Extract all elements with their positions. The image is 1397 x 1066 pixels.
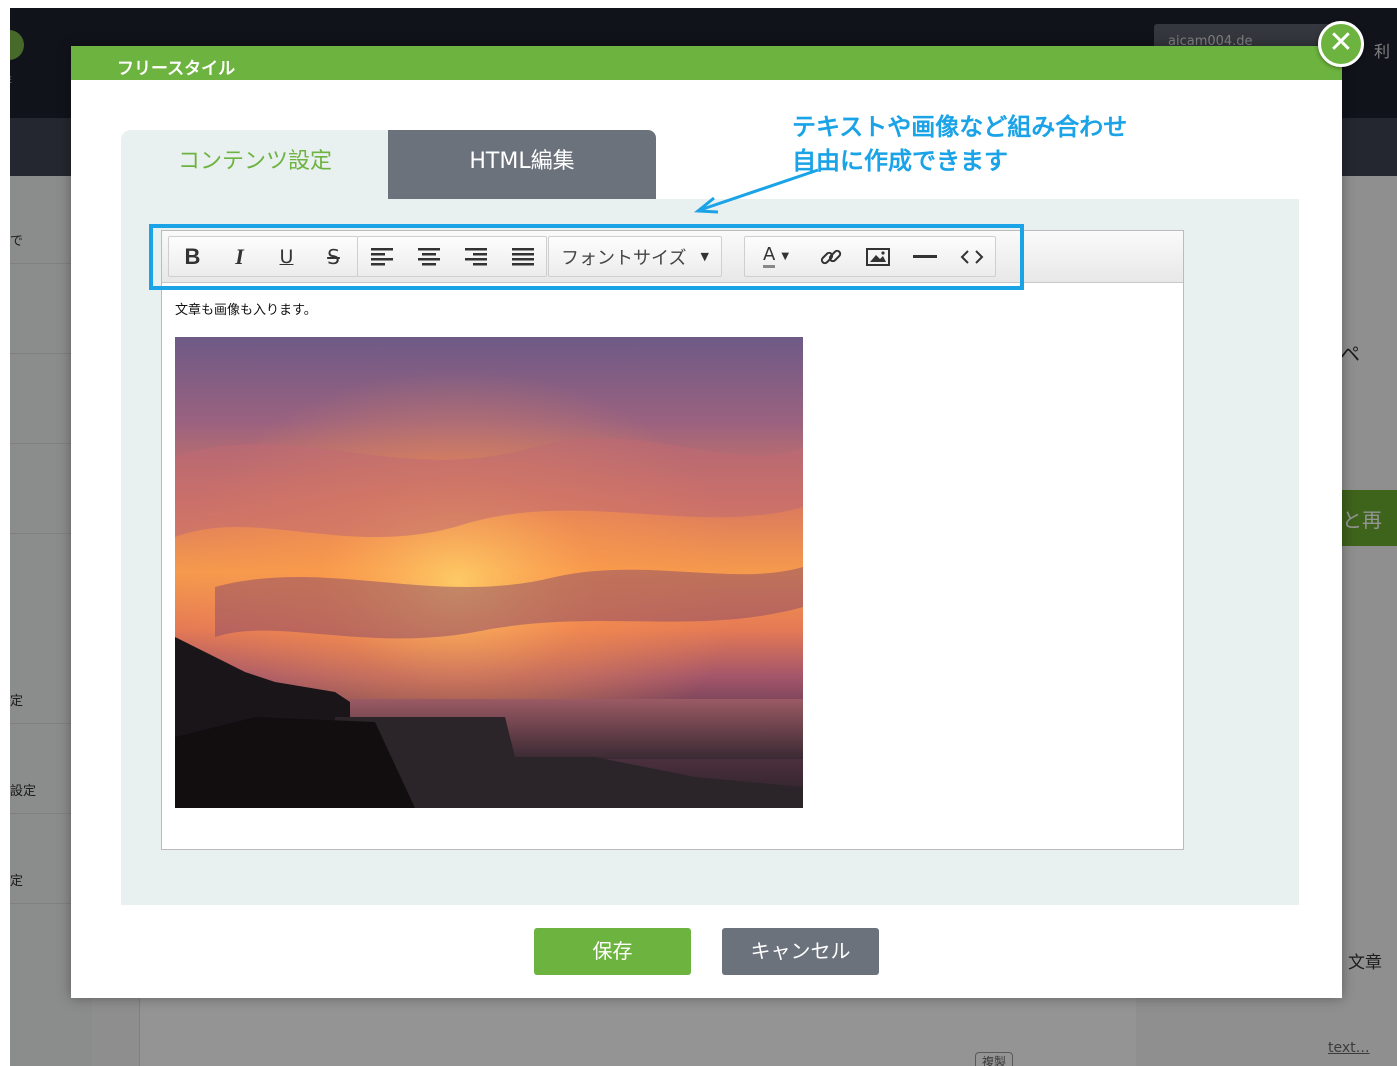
toolbar-highlight-box xyxy=(149,224,1024,290)
editor-body-text: 文章も画像も入ります。 xyxy=(175,303,317,318)
sunset-photo[interactable] xyxy=(175,337,803,808)
tab-content-settings[interactable]: コンテンツ設定 xyxy=(121,130,389,200)
modal-header: フリースタイル xyxy=(71,46,1342,80)
save-button[interactable]: 保存 xyxy=(534,928,691,975)
annotation-arrow-icon xyxy=(694,168,819,214)
frame-edge xyxy=(0,0,10,1066)
cancel-button[interactable]: キャンセル xyxy=(722,928,879,975)
annotation-line-2: 自由に作成できます xyxy=(792,147,1008,175)
close-icon[interactable]: ✕ xyxy=(1318,21,1364,67)
frame-edge xyxy=(0,0,1397,8)
annotation-callout: テキストや画像など組み合わせ 自由に作成できます xyxy=(792,110,1127,178)
rich-text-editor[interactable]: B I U S フォントサイズ ▼ A ▼ 文章も画像も入ります。 xyxy=(161,230,1184,850)
tab-label: コンテンツ設定 xyxy=(177,149,332,174)
modal-title: フリースタイル xyxy=(117,59,236,79)
tab-label: HTML編集 xyxy=(469,149,575,174)
annotation-line-1: テキストや画像など組み合わせ xyxy=(792,113,1128,141)
tab-html-edit[interactable]: HTML編集 xyxy=(388,130,656,200)
